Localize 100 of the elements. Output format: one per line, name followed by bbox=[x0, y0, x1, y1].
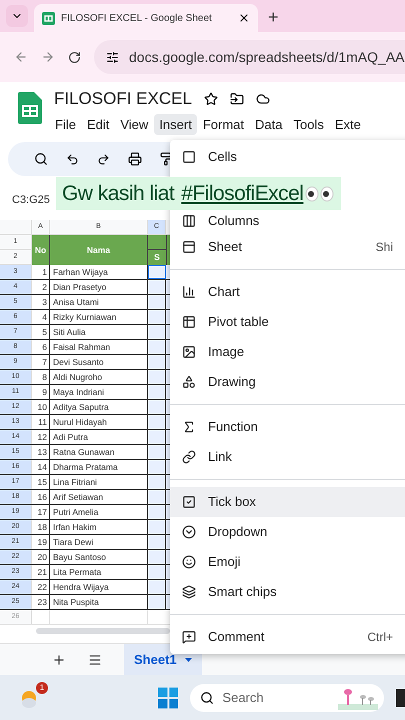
table-cell[interactable] bbox=[148, 340, 166, 354]
table-cell: 2 bbox=[32, 280, 50, 294]
table-cell: 6 bbox=[32, 340, 50, 354]
option-label: Smart chips bbox=[208, 583, 278, 602]
option-label: Link bbox=[208, 448, 233, 466]
sheets-icon bbox=[42, 12, 55, 24]
menu-item[interactable]: Edit bbox=[82, 114, 114, 135]
table-cell: 14 bbox=[32, 460, 50, 474]
layers-icon bbox=[182, 585, 196, 599]
table-cell[interactable] bbox=[148, 430, 166, 444]
eyes-icon bbox=[305, 186, 336, 202]
menu-item[interactable]: Tools bbox=[288, 114, 329, 135]
menu-option[interactable]: Drawing bbox=[170, 367, 405, 397]
caret-icon bbox=[184, 658, 192, 662]
table-cell: 16 bbox=[32, 490, 50, 504]
menu-item[interactable]: Exte bbox=[330, 114, 366, 135]
new-tab-button[interactable]: + bbox=[268, 8, 279, 26]
menu-item[interactable]: Format bbox=[198, 114, 249, 135]
table-cell[interactable] bbox=[148, 280, 166, 294]
dropdown-icon bbox=[182, 525, 196, 539]
tab-list-button[interactable] bbox=[6, 5, 28, 27]
menu-option[interactable]: Link bbox=[170, 442, 405, 472]
menu-option[interactable]: Chart bbox=[170, 277, 405, 307]
name-box[interactable]: C3:G25 bbox=[12, 192, 50, 208]
close-icon[interactable] bbox=[238, 12, 250, 24]
table-cell[interactable] bbox=[148, 565, 166, 579]
url-text: docs.google.com/spreadsheets/d/1mAQ_AA bbox=[129, 48, 404, 67]
menu-option[interactable]: Pivot table bbox=[170, 307, 405, 337]
sheets-logo-icon[interactable] bbox=[18, 92, 42, 124]
panel-icon bbox=[182, 240, 196, 254]
app-icon[interactable] bbox=[396, 688, 405, 706]
menu-option[interactable]: Columns bbox=[170, 210, 405, 232]
menu-option[interactable]: Sheet Shi bbox=[170, 232, 405, 262]
search-box[interactable]: Search bbox=[190, 684, 384, 712]
table-cell: 7 bbox=[32, 355, 50, 369]
menu-option[interactable]: Function bbox=[170, 412, 405, 442]
table-cell[interactable] bbox=[148, 475, 166, 489]
menu-option[interactable]: Emoji bbox=[170, 547, 405, 577]
browser-tab[interactable]: FILOSOFI EXCEL - Google Sheet bbox=[34, 4, 258, 32]
table-cell[interactable] bbox=[148, 265, 166, 279]
option-label: Chart bbox=[208, 283, 241, 302]
document-title[interactable]: FILOSOFI EXCEL bbox=[54, 86, 192, 112]
table-cell[interactable] bbox=[148, 370, 166, 384]
table-cell: 22 bbox=[32, 580, 50, 594]
menu-item[interactable]: View bbox=[115, 114, 154, 135]
square-icon bbox=[182, 150, 196, 164]
menu-item[interactable]: Insert bbox=[154, 114, 197, 135]
table-cell[interactable] bbox=[148, 460, 166, 474]
star-icon[interactable] bbox=[204, 92, 218, 106]
shortcut-text: Ctrl+ bbox=[367, 629, 393, 646]
table-cell: 19 bbox=[32, 535, 50, 549]
menu-option[interactable]: Tick box bbox=[170, 487, 405, 517]
shapes-icon bbox=[182, 375, 196, 389]
menu-option[interactable]: Smart chips bbox=[170, 577, 405, 607]
table-cell: 4 bbox=[32, 310, 50, 324]
table-cell[interactable] bbox=[148, 415, 166, 429]
menu-option[interactable]: Cells bbox=[170, 142, 405, 172]
table-cell[interactable] bbox=[148, 355, 166, 369]
sigma-icon bbox=[182, 420, 196, 434]
menu-option[interactable]: Image bbox=[170, 337, 405, 367]
hashtag-link[interactable]: #FilosofiExcel bbox=[181, 178, 304, 210]
table-cell[interactable] bbox=[148, 535, 166, 549]
table-cell[interactable] bbox=[148, 505, 166, 519]
back-icon[interactable] bbox=[14, 50, 28, 64]
cloud-icon[interactable] bbox=[256, 92, 270, 106]
site-settings-icon[interactable] bbox=[106, 50, 119, 64]
option-label: Drawing bbox=[208, 373, 257, 392]
redo-icon[interactable] bbox=[97, 152, 110, 166]
search-icon bbox=[200, 690, 214, 704]
table-cell[interactable] bbox=[148, 295, 166, 309]
print-icon[interactable] bbox=[128, 152, 142, 166]
menu-item[interactable]: Data bbox=[250, 114, 288, 135]
table-cell[interactable] bbox=[148, 400, 166, 414]
add-sheet-icon[interactable] bbox=[52, 652, 66, 666]
menu-option[interactable]: Dropdown bbox=[170, 517, 405, 547]
table-cell: 9 bbox=[32, 385, 50, 399]
table-cell[interactable] bbox=[148, 595, 166, 609]
table-cell[interactable] bbox=[148, 385, 166, 399]
forward-icon[interactable] bbox=[41, 50, 55, 64]
undo-icon[interactable] bbox=[66, 152, 79, 166]
address-bar[interactable]: docs.google.com/spreadsheets/d/1mAQ_AA bbox=[94, 40, 405, 74]
table-cell[interactable] bbox=[148, 310, 166, 324]
table-cell[interactable] bbox=[148, 550, 166, 564]
windows-icon[interactable] bbox=[158, 686, 178, 708]
table-cell: 12 bbox=[32, 430, 50, 444]
menu-item[interactable]: File bbox=[50, 114, 81, 135]
table-cell[interactable] bbox=[148, 520, 166, 534]
reload-icon[interactable] bbox=[68, 50, 81, 64]
shortcut-text: Shi bbox=[376, 239, 393, 256]
table-cell[interactable] bbox=[148, 325, 166, 339]
horizontal-scrollbar[interactable] bbox=[36, 628, 170, 634]
table-icon bbox=[182, 315, 196, 329]
table-cell[interactable] bbox=[148, 445, 166, 459]
smiley-icon bbox=[182, 555, 196, 569]
folder-icon[interactable] bbox=[230, 92, 244, 106]
table-cell: 21 bbox=[32, 565, 50, 579]
menu-icon[interactable] bbox=[88, 652, 102, 666]
search-icon[interactable] bbox=[34, 152, 48, 166]
table-cell[interactable] bbox=[148, 490, 166, 504]
table-cell[interactable] bbox=[148, 580, 166, 594]
